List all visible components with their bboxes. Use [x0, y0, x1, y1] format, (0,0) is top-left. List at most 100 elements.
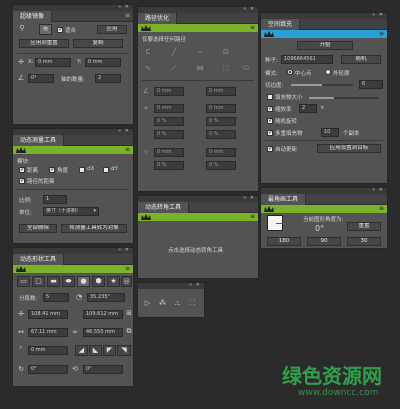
mode-center-radio[interactable] — [287, 69, 293, 75]
path-field-2[interactable]: 0 mm — [206, 87, 236, 96]
corner-style-3-icon[interactable]: ◤ — [103, 345, 116, 356]
multi-count-input[interactable]: 10 — [321, 128, 339, 137]
layers-icon[interactable]: ≋ — [39, 24, 52, 35]
smooth-icon: ∽ — [197, 48, 203, 56]
count-input[interactable]: 6 — [359, 80, 383, 89]
path-field-1[interactable]: 0 mm — [154, 87, 184, 96]
corner-style-2-icon[interactable]: ◣ — [89, 345, 102, 356]
transform-icon[interactable]: ⧉ — [125, 327, 133, 335]
fill-size-slider[interactable] — [309, 97, 379, 99]
watermark-url: www.downcc.com — [298, 388, 379, 398]
skew-input[interactable]: 0° — [83, 365, 123, 374]
auto-update-checkbox[interactable] — [267, 145, 273, 152]
x-input[interactable]: 0 mm — [35, 58, 71, 67]
panel-menu-icon[interactable]: ≡ — [125, 146, 130, 154]
close-path-icon: ⊡ — [223, 48, 229, 56]
path-field-3[interactable]: 0 mm — [154, 104, 184, 113]
random-rotate-checkbox[interactable] — [267, 117, 273, 124]
divider — [265, 140, 383, 141]
seed-input[interactable]: 1096664561 — [281, 55, 333, 64]
wide-rect-shape-icon[interactable]: ▬ — [47, 276, 60, 287]
y-input[interactable]: 0 mm — [85, 58, 121, 67]
ring-shape-icon[interactable]: ◎ — [121, 276, 132, 287]
angle-90-button[interactable]: 90 — [307, 237, 341, 246]
fit-checkbox[interactable] — [57, 26, 63, 33]
segments-input[interactable]: 5 — [43, 293, 69, 302]
shape-w-input[interactable]: 67.11 mm — [28, 328, 68, 337]
tab-path-optimize[interactable]: 路径优化 — [138, 13, 178, 24]
delete-all-button[interactable]: 全部删除 — [19, 224, 57, 233]
pin-icon[interactable]: ⚲ — [17, 24, 27, 32]
link-icon[interactable]: ∞ — [71, 328, 79, 336]
corner-style-1-icon[interactable]: ◢ — [75, 345, 88, 356]
angle-reset-button[interactable]: 重置 — [347, 222, 381, 231]
tab-shape[interactable]: 动态形状工具 — [13, 254, 65, 265]
path-pct-6[interactable]: 0 % — [206, 161, 236, 170]
panel-menu-icon[interactable]: ≡ — [379, 205, 384, 213]
apply-reset-button[interactable]: 应用到重置 — [19, 39, 69, 48]
angle-30-button[interactable]: 30 — [347, 237, 381, 246]
path-pct-3[interactable]: 0 % — [154, 130, 184, 139]
rounded-rect-shape-icon[interactable]: ▢ — [32, 276, 45, 287]
fill-size-checkbox[interactable] — [267, 94, 273, 100]
shape-y-input[interactable]: 109.612 mm — [83, 310, 123, 319]
tab-space-fill[interactable]: 空间填充 — [261, 19, 301, 30]
distance-checkbox[interactable] — [19, 166, 25, 173]
rotate-input[interactable]: 0° — [28, 365, 68, 374]
scale-input[interactable]: 1 — [43, 195, 67, 204]
tab-super-mirror[interactable]: 超级镜像 — [13, 11, 53, 22]
corner-hint: 点击选择动态转角工具 — [168, 248, 224, 254]
apply-target-button[interactable]: 应用设置到目标 — [317, 144, 381, 153]
scale-checkbox[interactable] — [267, 105, 273, 112]
multi-fill-checkbox[interactable] — [267, 129, 273, 136]
shape-angle-input[interactable]: 35.235° — [87, 293, 125, 302]
path-pct-2[interactable]: 0 % — [206, 117, 236, 126]
shape-h-input[interactable]: 46.555 mm — [83, 328, 123, 337]
shape-x-input[interactable]: 108.41 mm — [28, 310, 68, 319]
angle-input[interactable]: 0° — [28, 74, 54, 83]
path-field-6[interactable]: 0 mm — [206, 148, 236, 157]
dy-checkbox[interactable] — [103, 167, 109, 173]
panel-menu-icon[interactable]: ≡ — [125, 12, 130, 19]
nodes-square-icon[interactable]: ⸬ — [188, 299, 197, 307]
polygon-shape-icon[interactable]: ⬢ — [92, 276, 105, 287]
star-shape-icon[interactable]: ★ — [107, 276, 120, 287]
align-panel: « ✕ 超级镜像 ≡ ⚲ ≋ 适合 应用 应用到重置 复制 ✛ X: 0 mm … — [12, 4, 134, 125]
convert-button[interactable]: 将测量工具转为对象 — [61, 224, 127, 233]
scale-input[interactable]: 2 — [299, 104, 317, 113]
mode-outline-radio[interactable] — [325, 69, 331, 75]
tab-measure[interactable]: 动态测量工具 — [13, 135, 65, 146]
panel-menu-icon[interactable]: ≡ — [379, 30, 384, 38]
path-field-4[interactable]: 0 mm — [206, 104, 236, 113]
panel-menu-icon[interactable]: ≡ — [250, 213, 255, 221]
panel-menu-icon[interactable]: ≡ — [250, 24, 255, 32]
random-button[interactable]: 随机 — [341, 55, 381, 64]
branch-icon[interactable]: ⛬ — [173, 299, 182, 307]
axis-count-input[interactable]: 2 — [95, 74, 121, 83]
tab-corner[interactable]: 动态转角工具 — [138, 202, 190, 213]
count-slider[interactable] — [291, 84, 353, 86]
path-pct-4[interactable]: 0 % — [206, 130, 236, 139]
select-arrow-icon[interactable]: ▷ — [143, 299, 152, 307]
dx-checkbox[interactable] — [79, 167, 85, 173]
path-field-5[interactable]: 0 mm — [154, 148, 184, 157]
ellipse-shape-icon[interactable]: ⬬ — [62, 276, 75, 287]
tab-angle[interactable]: 最角画工具 — [261, 194, 307, 205]
nodes-triangle-icon[interactable]: ⁂ — [158, 299, 167, 307]
angle-checkbox[interactable] — [49, 166, 55, 173]
panel-menu-icon[interactable]: ≡ — [125, 265, 130, 273]
rectangle-shape-icon[interactable]: ▭ — [17, 276, 30, 287]
grid-align-icon[interactable]: ⊞ — [125, 309, 133, 317]
corner-style-4-icon[interactable]: ◥ — [117, 345, 131, 356]
corner-input[interactable]: 0 mm — [28, 346, 68, 355]
path-distance-checkbox[interactable] — [19, 177, 25, 184]
path-pct-5[interactable]: 0 % — [154, 161, 184, 170]
path-pct-1[interactable]: 0 % — [154, 117, 184, 126]
angle-180-button[interactable]: 180 — [267, 237, 301, 246]
unit-select[interactable]: 英寸（十进制） ▾ — [43, 207, 99, 216]
fill-start-button[interactable]: 开始 — [297, 41, 353, 50]
angle-icon: ∠ — [17, 74, 25, 82]
circle-shape-icon[interactable]: ● — [77, 276, 90, 287]
copy-button[interactable]: 复制 — [73, 39, 123, 48]
apply-button[interactable]: 应用 — [97, 25, 127, 34]
